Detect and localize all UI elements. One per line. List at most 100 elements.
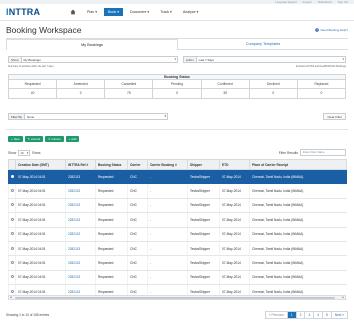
show-select[interactable]: Show My Bookings [8, 56, 178, 63]
status-cancelled[interactable]: Cancelled 75 [105, 80, 154, 98]
next-page-button[interactable]: Next » [332, 312, 347, 318]
previous-page-button[interactable]: « Previous [266, 312, 288, 318]
utility-link-language[interactable]: Language Support [275, 1, 296, 4]
inttra-ref-cell-text[interactable]: 2282113 [68, 189, 80, 193]
table-row[interactable]: 07-May-2014 04:51 2282113 Requested CNC - Tes… [8, 212, 347, 228]
add-button[interactable]: + Add [65, 136, 80, 142]
column-header-carrier-booking[interactable]: Carrier Booking # [147, 159, 188, 170]
inttra-logo[interactable]: INTTRA [6, 7, 66, 17]
cancel-button[interactable]: ✕ Cancel [45, 136, 64, 142]
table-row[interactable]: 07-May-2014 04:51 2282113 Requested CNC - Tes… [8, 270, 347, 286]
page-1-button[interactable]: 1 [287, 312, 297, 318]
utility-link-signout[interactable]: Sign Out [338, 1, 348, 4]
table-row[interactable]: 07-May-2014 04:51 2282113 Requested CNC - Tes… [8, 198, 347, 214]
inttra-ref-cell[interactable]: 2282113 [65, 169, 96, 185]
page-3-button[interactable]: 3 [305, 312, 315, 318]
column-header-etd[interactable]: ETD [219, 159, 250, 170]
nav-document[interactable]: Document ▾ [126, 8, 153, 16]
tab-company-templates[interactable]: Company Templates [178, 39, 348, 50]
nav-plan[interactable]: Plan ▾ [83, 8, 101, 16]
page-5-button[interactable]: 5 [323, 312, 332, 318]
inttra-ref-cell-text[interactable]: 2282113 [68, 175, 80, 179]
status-replaced[interactable]: Replaced 0 [297, 80, 345, 98]
column-header-creation-date[interactable]: Creation Date (GMT) [15, 159, 66, 170]
plus-icon: + [68, 137, 71, 141]
row-radio[interactable] [11, 261, 14, 265]
nav-track[interactable]: Track ▾ [156, 8, 176, 16]
new-button[interactable]: + New [8, 136, 23, 142]
column-header-shipper[interactable]: Shipper [187, 159, 220, 170]
inttra-ref-cell[interactable]: 2282113 [65, 255, 96, 271]
inttra-ref-cell-text[interactable]: 2282113 [68, 218, 80, 222]
row-select-cell[interactable] [8, 270, 16, 286]
row-radio[interactable] [11, 289, 14, 293]
filter-by-select[interactable]: Filter By None [8, 113, 168, 120]
table-row[interactable]: 07-May-2014 04:51 2282113 Requested CNC - Tes… [8, 241, 347, 257]
booking-status-grid: Requested 40 Amended 0 Cancelled 75 Pending… [8, 80, 346, 99]
tab-my-bookings[interactable]: My Bookings [6, 39, 178, 50]
etd-cell: 07-May-2014 [219, 241, 250, 257]
status-requested[interactable]: Requested 40 [9, 80, 58, 98]
inttra-ref-cell-text[interactable]: 2282113 [68, 232, 80, 236]
table-row[interactable]: 07-May-2014 04:51 2282113 Requested CNC - Tes… [8, 183, 347, 199]
row-select-cell[interactable] [8, 198, 16, 214]
page-4-button[interactable]: 4 [314, 312, 323, 318]
row-select-cell[interactable] [8, 183, 16, 199]
booking-status-cell-text: Requested [98, 189, 114, 194]
row-radio[interactable] [11, 174, 14, 178]
table-row[interactable]: 07-May-2014 04:51 2282113 Requested CNC - Tes… [8, 227, 347, 242]
inttra-ref-cell-text[interactable]: 2282113 [68, 247, 80, 251]
page-2-button[interactable]: 2 [297, 312, 306, 318]
row-select-cell[interactable] [8, 169, 16, 185]
filter-results-input[interactable]: Enter Filter Value [300, 149, 346, 156]
home-button[interactable] [66, 7, 80, 17]
utility-link-support[interactable]: Support [303, 1, 312, 4]
inttra-ref-cell-text[interactable]: 2282113 [68, 261, 80, 265]
within-select[interactable]: within Last 7 days [183, 56, 346, 63]
nav-book[interactable]: Book ▾ [104, 8, 123, 16]
inttra-ref-cell[interactable]: 2282113 [65, 183, 96, 199]
clear-filter-button[interactable]: Clear Filter [323, 113, 346, 120]
row-select-cell[interactable] [8, 241, 16, 257]
row-radio[interactable] [11, 203, 14, 207]
table-row[interactable]: 07-May-2014 04:51 2282113 Requested CNC - Tes… [8, 255, 347, 271]
column-header-inttra-ref[interactable]: INTTRA Ref # [65, 159, 96, 170]
row-radio[interactable] [11, 189, 14, 193]
inttra-ref-cell[interactable]: 2282113 [65, 270, 96, 286]
column-header-carrier[interactable]: Carrier [127, 159, 148, 170]
row-radio[interactable] [11, 217, 14, 221]
row-select-cell[interactable] [8, 255, 16, 271]
inttra-ref-cell-text[interactable]: 2282113 [68, 203, 80, 207]
scrollbar-thumb[interactable] [15, 297, 335, 299]
horizontal-scrollbar[interactable]: ◂ ▸ [8, 295, 346, 300]
status-declined[interactable]: Declined 0 [249, 80, 298, 98]
booking-status-cell-text: Requested [98, 203, 114, 208]
amend-button[interactable]: ✎ Amend [24, 136, 44, 142]
utility-link-notifications[interactable]: Notifications [318, 1, 332, 4]
status-confirmed[interactable]: Confirmed 35 [201, 80, 250, 98]
inttra-ref-cell[interactable]: 2282113 [65, 241, 96, 257]
row-radio[interactable] [11, 232, 14, 236]
carrier-booking-cell-text: - [150, 261, 152, 266]
booking-help-link[interactable]: ? Need Booking Help? [315, 28, 348, 32]
status-amended[interactable]: Amended 0 [57, 80, 106, 98]
carrier-cell-text: CNC [130, 174, 137, 179]
row-radio[interactable] [11, 275, 14, 279]
column-header-booking-status[interactable]: Booking Status [95, 159, 128, 170]
table-row[interactable]: 07-May-2014 04:51 2282113 Requested CNC - Tes… [8, 169, 347, 185]
inttra-ref-cell[interactable]: 2282113 [65, 198, 96, 214]
column-header-place-of-receipt[interactable]: Place of Carrier Receipt [249, 159, 347, 170]
inttra-ref-cell[interactable]: 2282113 [65, 227, 96, 242]
status-pending[interactable]: Pending 0 [153, 80, 202, 98]
rows-per-page-select[interactable]: 10 [18, 150, 31, 156]
row-select-cell[interactable] [8, 227, 16, 242]
inttra-ref-cell[interactable]: 2282113 [65, 212, 96, 228]
row-radio[interactable] [11, 246, 14, 250]
carrier-cell-text: CNC [130, 275, 137, 280]
nav-analyze[interactable]: Analyze ▾ [179, 8, 203, 16]
inttra-ref-cell-text[interactable]: 2282113 [68, 290, 80, 294]
inttra-ref-cell-text[interactable]: 2282113 [68, 275, 80, 279]
scroll-left-icon[interactable]: ◂ [10, 295, 12, 299]
row-select-cell[interactable] [8, 212, 16, 228]
scroll-right-icon[interactable]: ▸ [342, 295, 344, 299]
